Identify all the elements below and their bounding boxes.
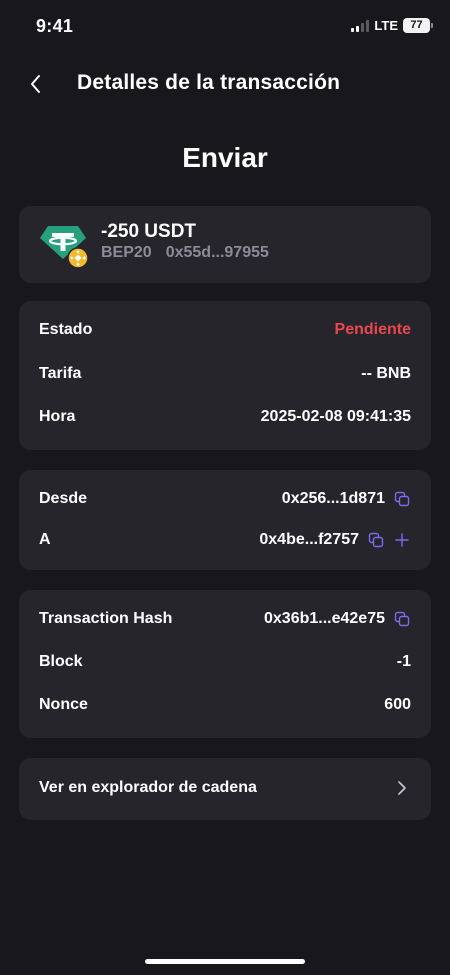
hash-label: Transaction Hash (39, 610, 173, 627)
copy-from-button[interactable] (393, 490, 411, 508)
addresses-card: Desde 0x256...1d871 A 0x4be...f2757 (19, 470, 431, 570)
from-address: 0x256...1d871 (281, 490, 385, 507)
details-card: Estado Pendiente Tarifa -- BNB Hora 2025… (19, 301, 431, 450)
hash-value-group: 0x36b1...e42e75 (264, 610, 411, 628)
token-logo (39, 224, 89, 269)
copy-hash-button[interactable] (393, 610, 411, 628)
chain-info-card: Transaction Hash 0x36b1...e42e75 Block -… (19, 590, 431, 738)
plus-icon (395, 533, 409, 547)
page-title: Enviar (182, 142, 268, 173)
time-row: Hora 2025-02-08 09:41:35 (39, 408, 411, 426)
fee-value: -- BNB (361, 365, 411, 382)
status-badge: Pendiente (334, 321, 411, 338)
from-address-group: 0x256...1d871 (282, 490, 411, 508)
copy-icon (368, 532, 384, 548)
fee-label: Tarifa (39, 365, 82, 382)
nonce-value: 600 (384, 696, 411, 713)
hash-value: 0x36b1...e42e75 (264, 610, 385, 627)
to-address: 0x4be...f2757 (259, 531, 359, 548)
status-indicators: LTE 77 (351, 18, 433, 33)
to-label: A (39, 531, 51, 548)
token-subline: BEP20 0x55d...97955 (101, 244, 269, 262)
signal-icon (351, 19, 370, 32)
explorer-row: Ver en explorador de cadena (39, 779, 411, 797)
block-row: Block -1 (39, 653, 411, 671)
status-label: Estado (39, 321, 93, 338)
transaction-amount: -250 USDT (101, 221, 197, 242)
time-value: 2025-02-08 09:41:35 (260, 408, 411, 425)
chevron-left-icon (31, 75, 40, 93)
status-time: 9:41 (36, 16, 74, 36)
from-label: Desde (39, 490, 88, 507)
bnb-icon (67, 247, 89, 269)
explorer-label: Ver en explorador de cadena (39, 779, 257, 796)
battery-icon: 77 (403, 18, 433, 33)
status-bar: 9:41 LTE 77 (0, 0, 450, 54)
copy-icon (394, 611, 410, 627)
add-contact-button[interactable] (393, 531, 411, 549)
network-type: LTE (374, 18, 398, 33)
to-row: A 0x4be...f2757 (39, 531, 411, 549)
hash-row: Transaction Hash 0x36b1...e42e75 (39, 610, 411, 628)
fee-row: Tarifa -- BNB (39, 365, 411, 383)
header-title: Detalles de la transacción (77, 71, 341, 94)
token-card: -250 USDT BEP20 0x55d...97955 (19, 206, 431, 283)
back-button[interactable] (22, 70, 50, 98)
home-indicator[interactable] (145, 959, 305, 964)
from-row: Desde 0x256...1d871 (39, 490, 411, 508)
copy-icon (394, 491, 410, 507)
copy-to-button[interactable] (367, 531, 385, 549)
to-address-group: 0x4be...f2757 (259, 531, 411, 549)
status-row: Estado Pendiente (39, 321, 411, 339)
block-value: -1 (396, 653, 411, 670)
token-network: BEP20 (101, 244, 152, 261)
nonce-row: Nonce 600 (39, 696, 411, 714)
block-label: Block (39, 653, 83, 670)
time-label: Hora (39, 408, 76, 425)
token-contract-address: 0x55d...97955 (165, 244, 269, 261)
chevron-right-icon (398, 781, 406, 795)
nonce-label: Nonce (39, 696, 88, 713)
view-explorer-button[interactable]: Ver en explorador de cadena (19, 758, 431, 820)
